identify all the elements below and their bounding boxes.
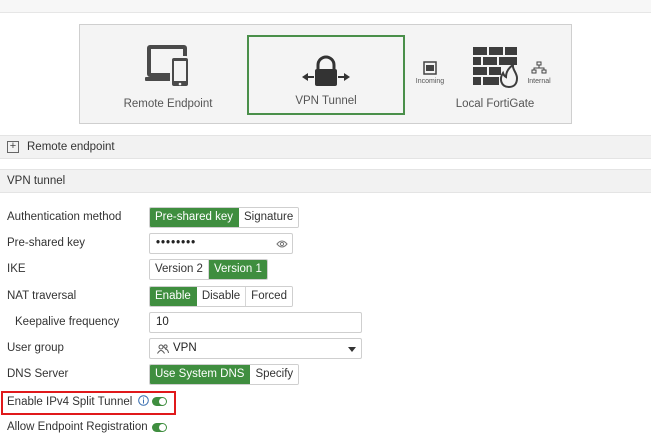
dns-toggle: Use System DNS Specify xyxy=(149,364,300,385)
user-group-value: VPN xyxy=(173,342,197,354)
topology-diagram: Remote Endpoint VPN Tunnel Incoming Loca… xyxy=(79,24,572,124)
remote-endpoint-label: Remote Endpoint xyxy=(123,98,213,110)
auth-method-label: Authentication method xyxy=(7,211,122,223)
vpn-tunnel-section-title: VPN tunnel xyxy=(7,175,66,187)
lock-arrows-icon xyxy=(302,55,350,86)
nat-toggle: Enable Disable Forced xyxy=(149,286,293,307)
psk-value: •••••••• xyxy=(156,237,197,249)
endpoint-reg-switch[interactable] xyxy=(152,423,167,432)
ike-label: IKE xyxy=(7,263,26,275)
auth-psk-option[interactable]: Pre-shared key xyxy=(150,208,239,227)
remote-endpoint-node: Remote Endpoint xyxy=(118,43,218,110)
eye-icon[interactable] xyxy=(276,240,288,248)
port-icon xyxy=(423,61,437,75)
user-group-label: User group xyxy=(7,342,64,354)
network-icon xyxy=(531,61,547,74)
ike-version1-option[interactable]: Version 1 xyxy=(208,260,267,279)
vpn-tunnel-node[interactable]: VPN Tunnel xyxy=(247,35,405,115)
local-fortigate-label: Local FortiGate xyxy=(455,98,535,110)
nat-disable-option[interactable]: Disable xyxy=(196,287,247,306)
psk-label: Pre-shared key xyxy=(7,237,85,249)
psk-input[interactable]: •••••••• xyxy=(149,233,293,254)
devices-icon xyxy=(145,45,190,88)
vpn-tunnel-section: VPN tunnel xyxy=(0,169,651,193)
dns-label: DNS Server xyxy=(7,368,69,380)
keepalive-input[interactable]: 10 xyxy=(149,312,362,333)
firewall-icon xyxy=(473,47,519,89)
top-strip xyxy=(0,0,651,13)
internal-label: Internal xyxy=(527,78,551,85)
vpn-tunnel-label: VPN Tunnel xyxy=(295,95,357,107)
ike-version2-option[interactable]: Version 2 xyxy=(150,260,209,279)
endpoint-reg-label: Allow Endpoint Registration xyxy=(7,421,148,433)
user-group-icon xyxy=(157,344,169,354)
auth-method-toggle: Pre-shared key Signature xyxy=(149,207,300,228)
dns-system-option[interactable]: Use System DNS xyxy=(150,365,251,384)
ike-toggle: Version 2 Version 1 xyxy=(149,259,268,280)
highlight-box xyxy=(1,391,176,415)
keepalive-label: Keepalive frequency xyxy=(15,316,120,328)
remote-endpoint-section-title: Remote endpoint xyxy=(27,141,115,153)
nat-forced-option[interactable]: Forced xyxy=(246,287,292,306)
user-group-select[interactable]: VPN xyxy=(149,338,362,359)
remote-endpoint-section[interactable]: + Remote endpoint xyxy=(0,135,651,159)
nat-enable-option[interactable]: Enable xyxy=(150,287,197,306)
dns-specify-option[interactable]: Specify xyxy=(250,365,299,384)
chevron-down-icon xyxy=(348,347,356,352)
expand-icon[interactable]: + xyxy=(7,141,19,153)
internal-node: Internal xyxy=(524,61,554,85)
nat-label: NAT traversal xyxy=(7,290,77,302)
auth-signature-option[interactable]: Signature xyxy=(238,208,299,227)
keepalive-value: 10 xyxy=(156,316,169,328)
